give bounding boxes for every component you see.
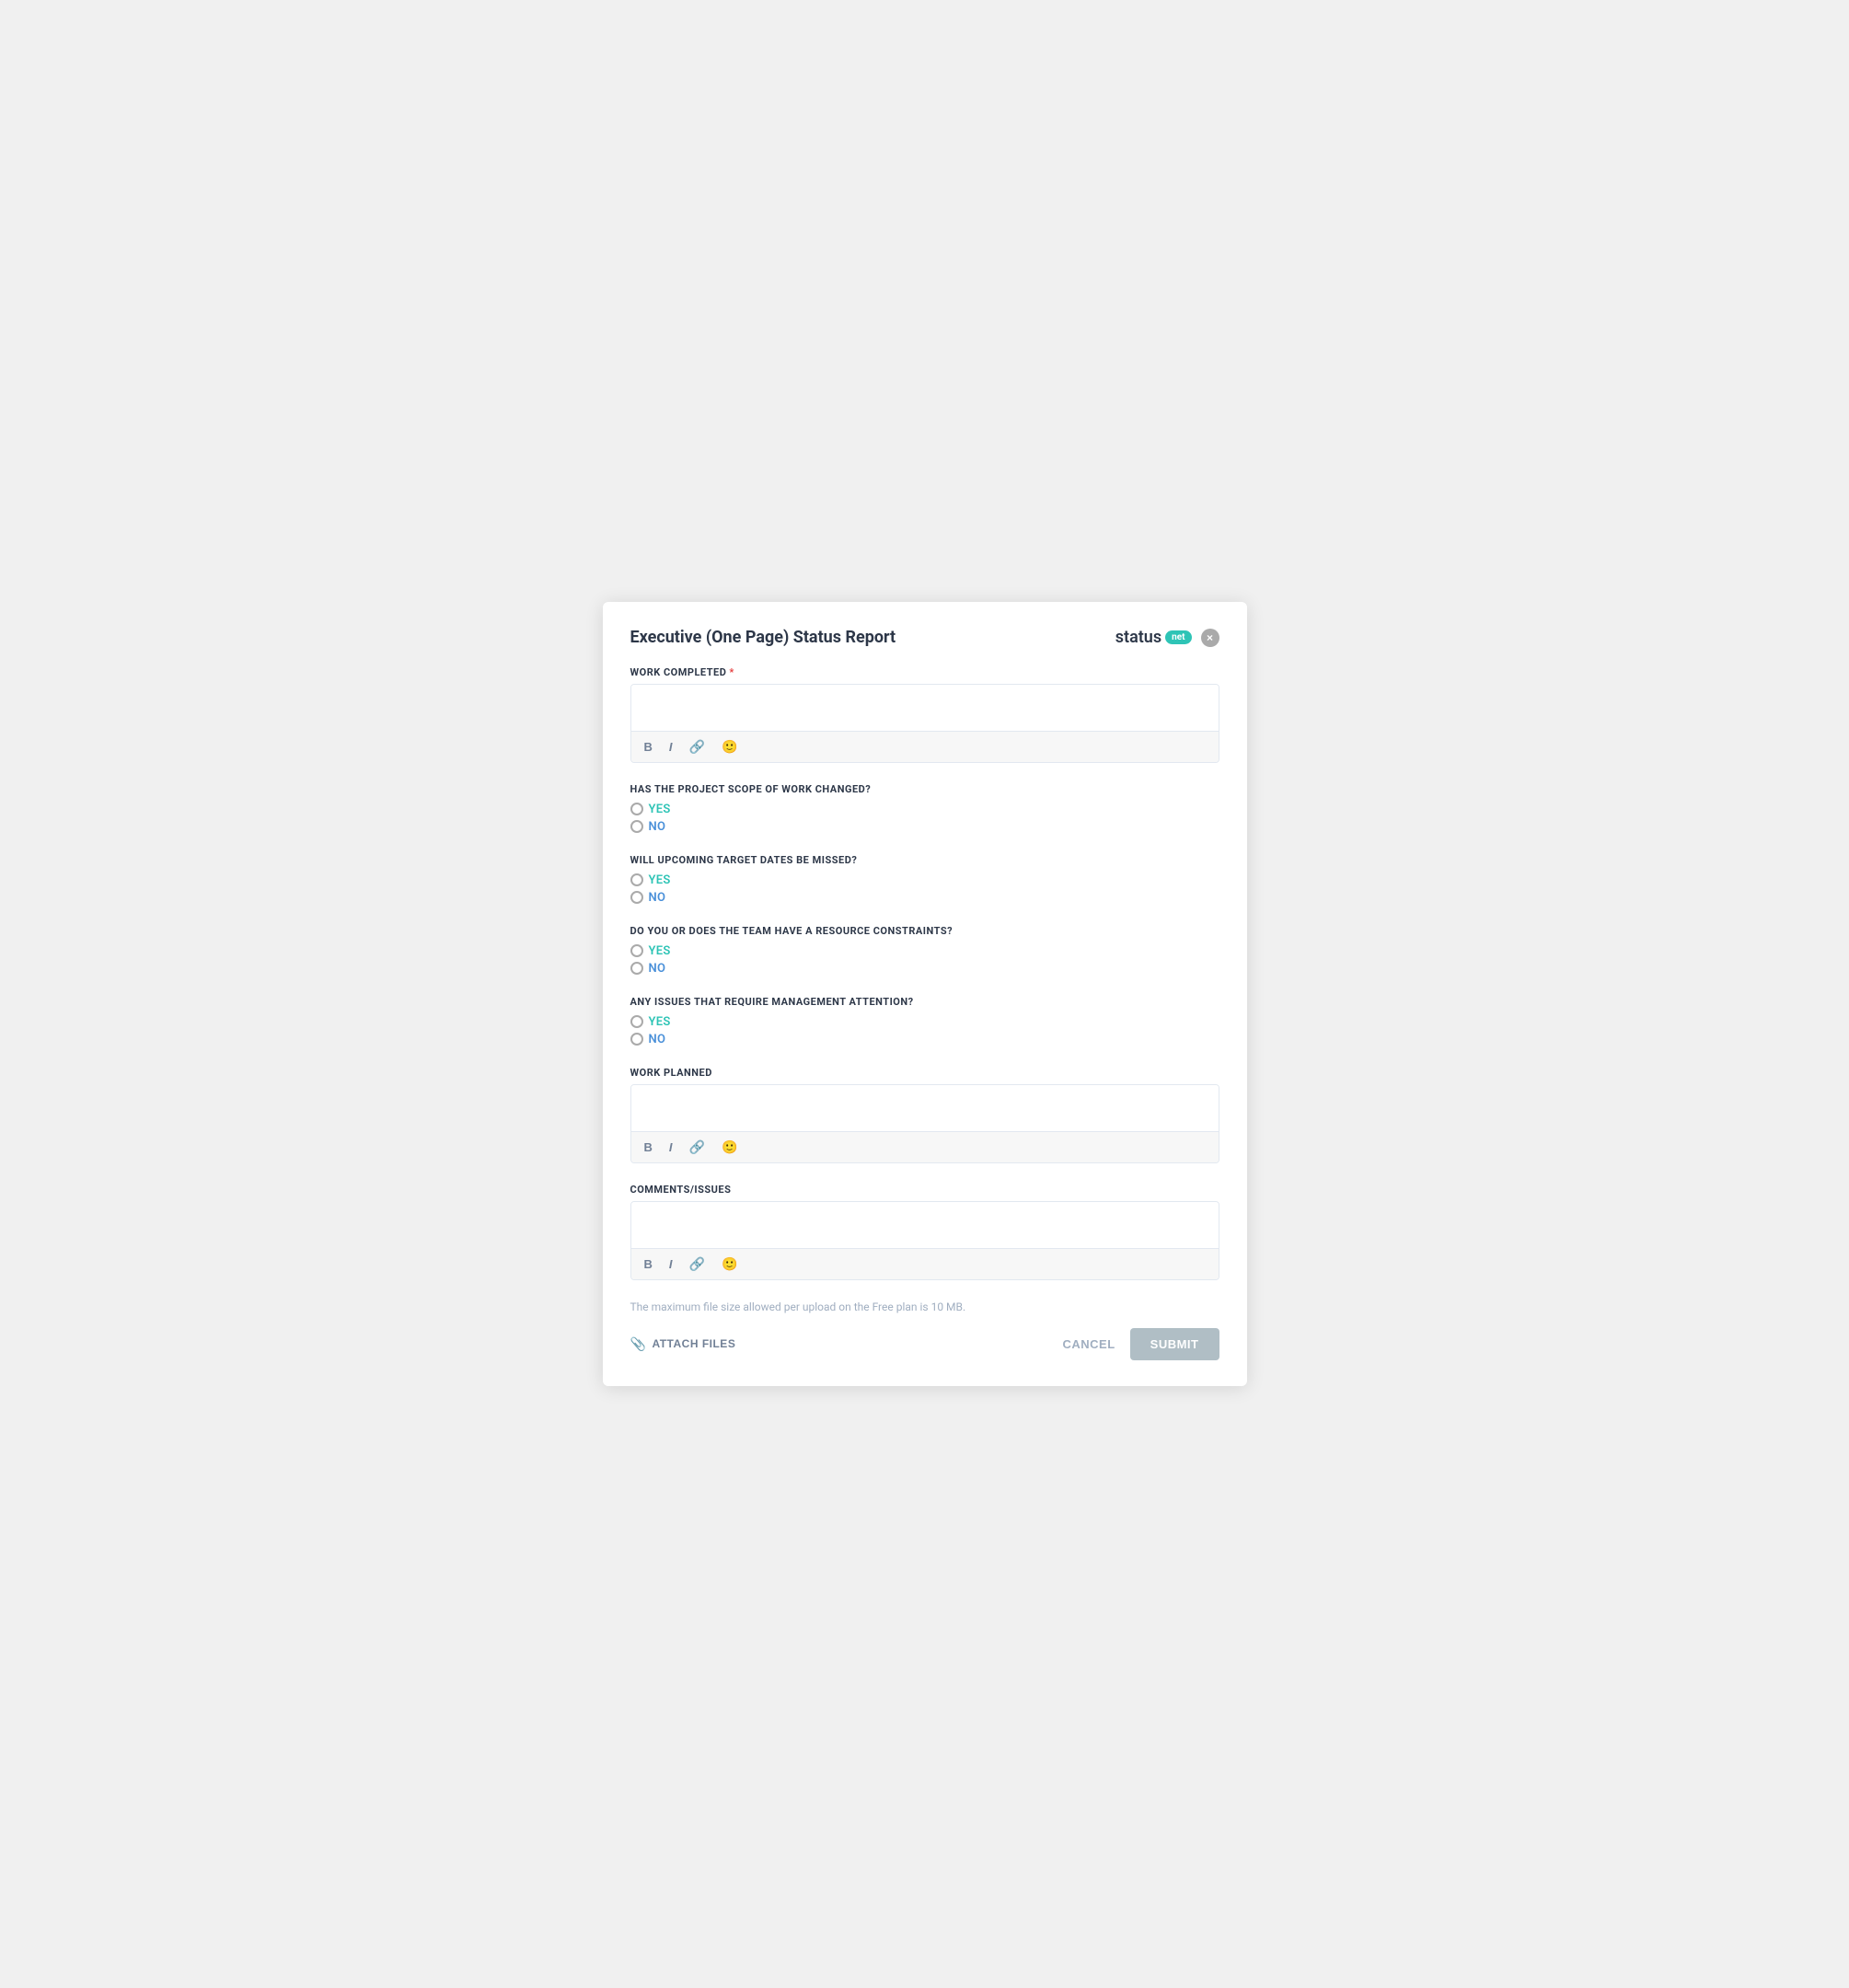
emoji-button-2[interactable]: 🙂 — [718, 1138, 741, 1157]
bold-button-1[interactable]: B — [641, 739, 656, 755]
work-completed-editor: B I 🔗 🙂 — [630, 684, 1219, 763]
comments-label: COMMENTS/ISSUES — [630, 1184, 1219, 1196]
question-resource-label: DO YOU OR DOES THE TEAM HAVE A RESOURCE … — [630, 925, 1219, 937]
target-no-option[interactable]: NO — [630, 891, 1219, 905]
close-button[interactable]: × — [1201, 629, 1219, 647]
work-completed-toolbar: B I 🔗 🙂 — [631, 731, 1219, 762]
comments-input[interactable] — [631, 1202, 1219, 1248]
resource-yes-label: YES — [649, 944, 671, 958]
cancel-button[interactable]: CANCEL — [1062, 1337, 1115, 1351]
work-completed-section: WORK COMPLETED* B I 🔗 🙂 — [630, 666, 1219, 763]
resource-no-label: NO — [649, 962, 666, 976]
attach-files-button[interactable]: 📎 ATTACH FILES — [630, 1336, 736, 1352]
italic-button-3[interactable]: I — [665, 1256, 676, 1272]
brand-logo: status net — [1115, 628, 1192, 647]
target-no-label: NO — [649, 891, 666, 905]
italic-button-1[interactable]: I — [665, 739, 676, 755]
question-target-dates: WILL UPCOMING TARGET DATES BE MISSED? YE… — [630, 854, 1219, 905]
work-completed-label: WORK COMPLETED* — [630, 666, 1219, 678]
brand-text: status — [1115, 628, 1161, 647]
work-planned-editor: B I 🔗 🙂 — [630, 1084, 1219, 1163]
comments-editor: B I 🔗 🙂 — [630, 1201, 1219, 1280]
target-yes-label: YES — [649, 873, 671, 887]
question-resource-options: YES NO — [630, 944, 1219, 976]
form-actions: 📎 ATTACH FILES CANCEL SUBMIT — [630, 1328, 1219, 1360]
work-planned-toolbar: B I 🔗 🙂 — [631, 1131, 1219, 1162]
question-resource: DO YOU OR DOES THE TEAM HAVE A RESOURCE … — [630, 925, 1219, 976]
file-size-note: The maximum file size allowed per upload… — [630, 1300, 1219, 1313]
question-target-dates-options: YES NO — [630, 873, 1219, 905]
work-planned-input[interactable] — [631, 1085, 1219, 1131]
link-button-2[interactable]: 🔗 — [686, 1138, 709, 1157]
scope-yes-label: YES — [649, 803, 671, 816]
resource-no-radio[interactable] — [630, 962, 643, 975]
scope-yes-option[interactable]: YES — [630, 803, 1219, 816]
primary-actions: CANCEL SUBMIT — [1062, 1328, 1219, 1360]
comments-section: COMMENTS/ISSUES B I 🔗 🙂 — [630, 1184, 1219, 1280]
management-yes-label: YES — [649, 1015, 671, 1029]
emoji-button-3[interactable]: 🙂 — [718, 1254, 741, 1274]
page-title: Executive (One Page) Status Report — [630, 628, 896, 648]
link-button-1[interactable]: 🔗 — [686, 737, 709, 757]
target-yes-radio[interactable] — [630, 873, 643, 886]
attach-icon: 📎 — [630, 1336, 647, 1352]
header-right: status net × — [1115, 628, 1219, 647]
resource-yes-option[interactable]: YES — [630, 944, 1219, 958]
question-management: ANY ISSUES THAT REQUIRE MANAGEMENT ATTEN… — [630, 996, 1219, 1046]
modal-header: Executive (One Page) Status Report statu… — [630, 628, 1219, 648]
attach-label: ATTACH FILES — [652, 1337, 735, 1350]
question-management-options: YES NO — [630, 1015, 1219, 1046]
italic-button-2[interactable]: I — [665, 1139, 676, 1155]
management-no-radio[interactable] — [630, 1033, 643, 1046]
bold-button-2[interactable]: B — [641, 1139, 656, 1155]
work-planned-label: WORK PLANNED — [630, 1067, 1219, 1079]
brand-badge: net — [1165, 630, 1191, 644]
submit-button[interactable]: SUBMIT — [1130, 1328, 1219, 1360]
bold-button-3[interactable]: B — [641, 1256, 656, 1272]
emoji-button-1[interactable]: 🙂 — [718, 737, 741, 757]
scope-no-option[interactable]: NO — [630, 820, 1219, 834]
question-target-dates-label: WILL UPCOMING TARGET DATES BE MISSED? — [630, 854, 1219, 866]
question-management-label: ANY ISSUES THAT REQUIRE MANAGEMENT ATTEN… — [630, 996, 1219, 1008]
question-scope-label: HAS THE PROJECT SCOPE OF WORK CHANGED? — [630, 783, 1219, 795]
management-no-option[interactable]: NO — [630, 1033, 1219, 1046]
work-planned-section: WORK PLANNED B I 🔗 🙂 — [630, 1067, 1219, 1163]
management-yes-option[interactable]: YES — [630, 1015, 1219, 1029]
required-indicator: * — [729, 666, 734, 678]
question-scope: HAS THE PROJECT SCOPE OF WORK CHANGED? Y… — [630, 783, 1219, 834]
scope-yes-radio[interactable] — [630, 803, 643, 815]
modal-dialog: Executive (One Page) Status Report statu… — [603, 602, 1247, 1386]
resource-yes-radio[interactable] — [630, 944, 643, 957]
scope-no-label: NO — [649, 820, 666, 834]
target-no-radio[interactable] — [630, 891, 643, 904]
management-no-label: NO — [649, 1033, 666, 1046]
comments-toolbar: B I 🔗 🙂 — [631, 1248, 1219, 1279]
scope-no-radio[interactable] — [630, 820, 643, 833]
modal-title: Executive (One Page) Status Report — [630, 628, 896, 648]
link-button-3[interactable]: 🔗 — [686, 1254, 709, 1274]
resource-no-option[interactable]: NO — [630, 962, 1219, 976]
target-yes-option[interactable]: YES — [630, 873, 1219, 887]
work-completed-input[interactable] — [631, 685, 1219, 731]
management-yes-radio[interactable] — [630, 1015, 643, 1028]
question-scope-options: YES NO — [630, 803, 1219, 834]
